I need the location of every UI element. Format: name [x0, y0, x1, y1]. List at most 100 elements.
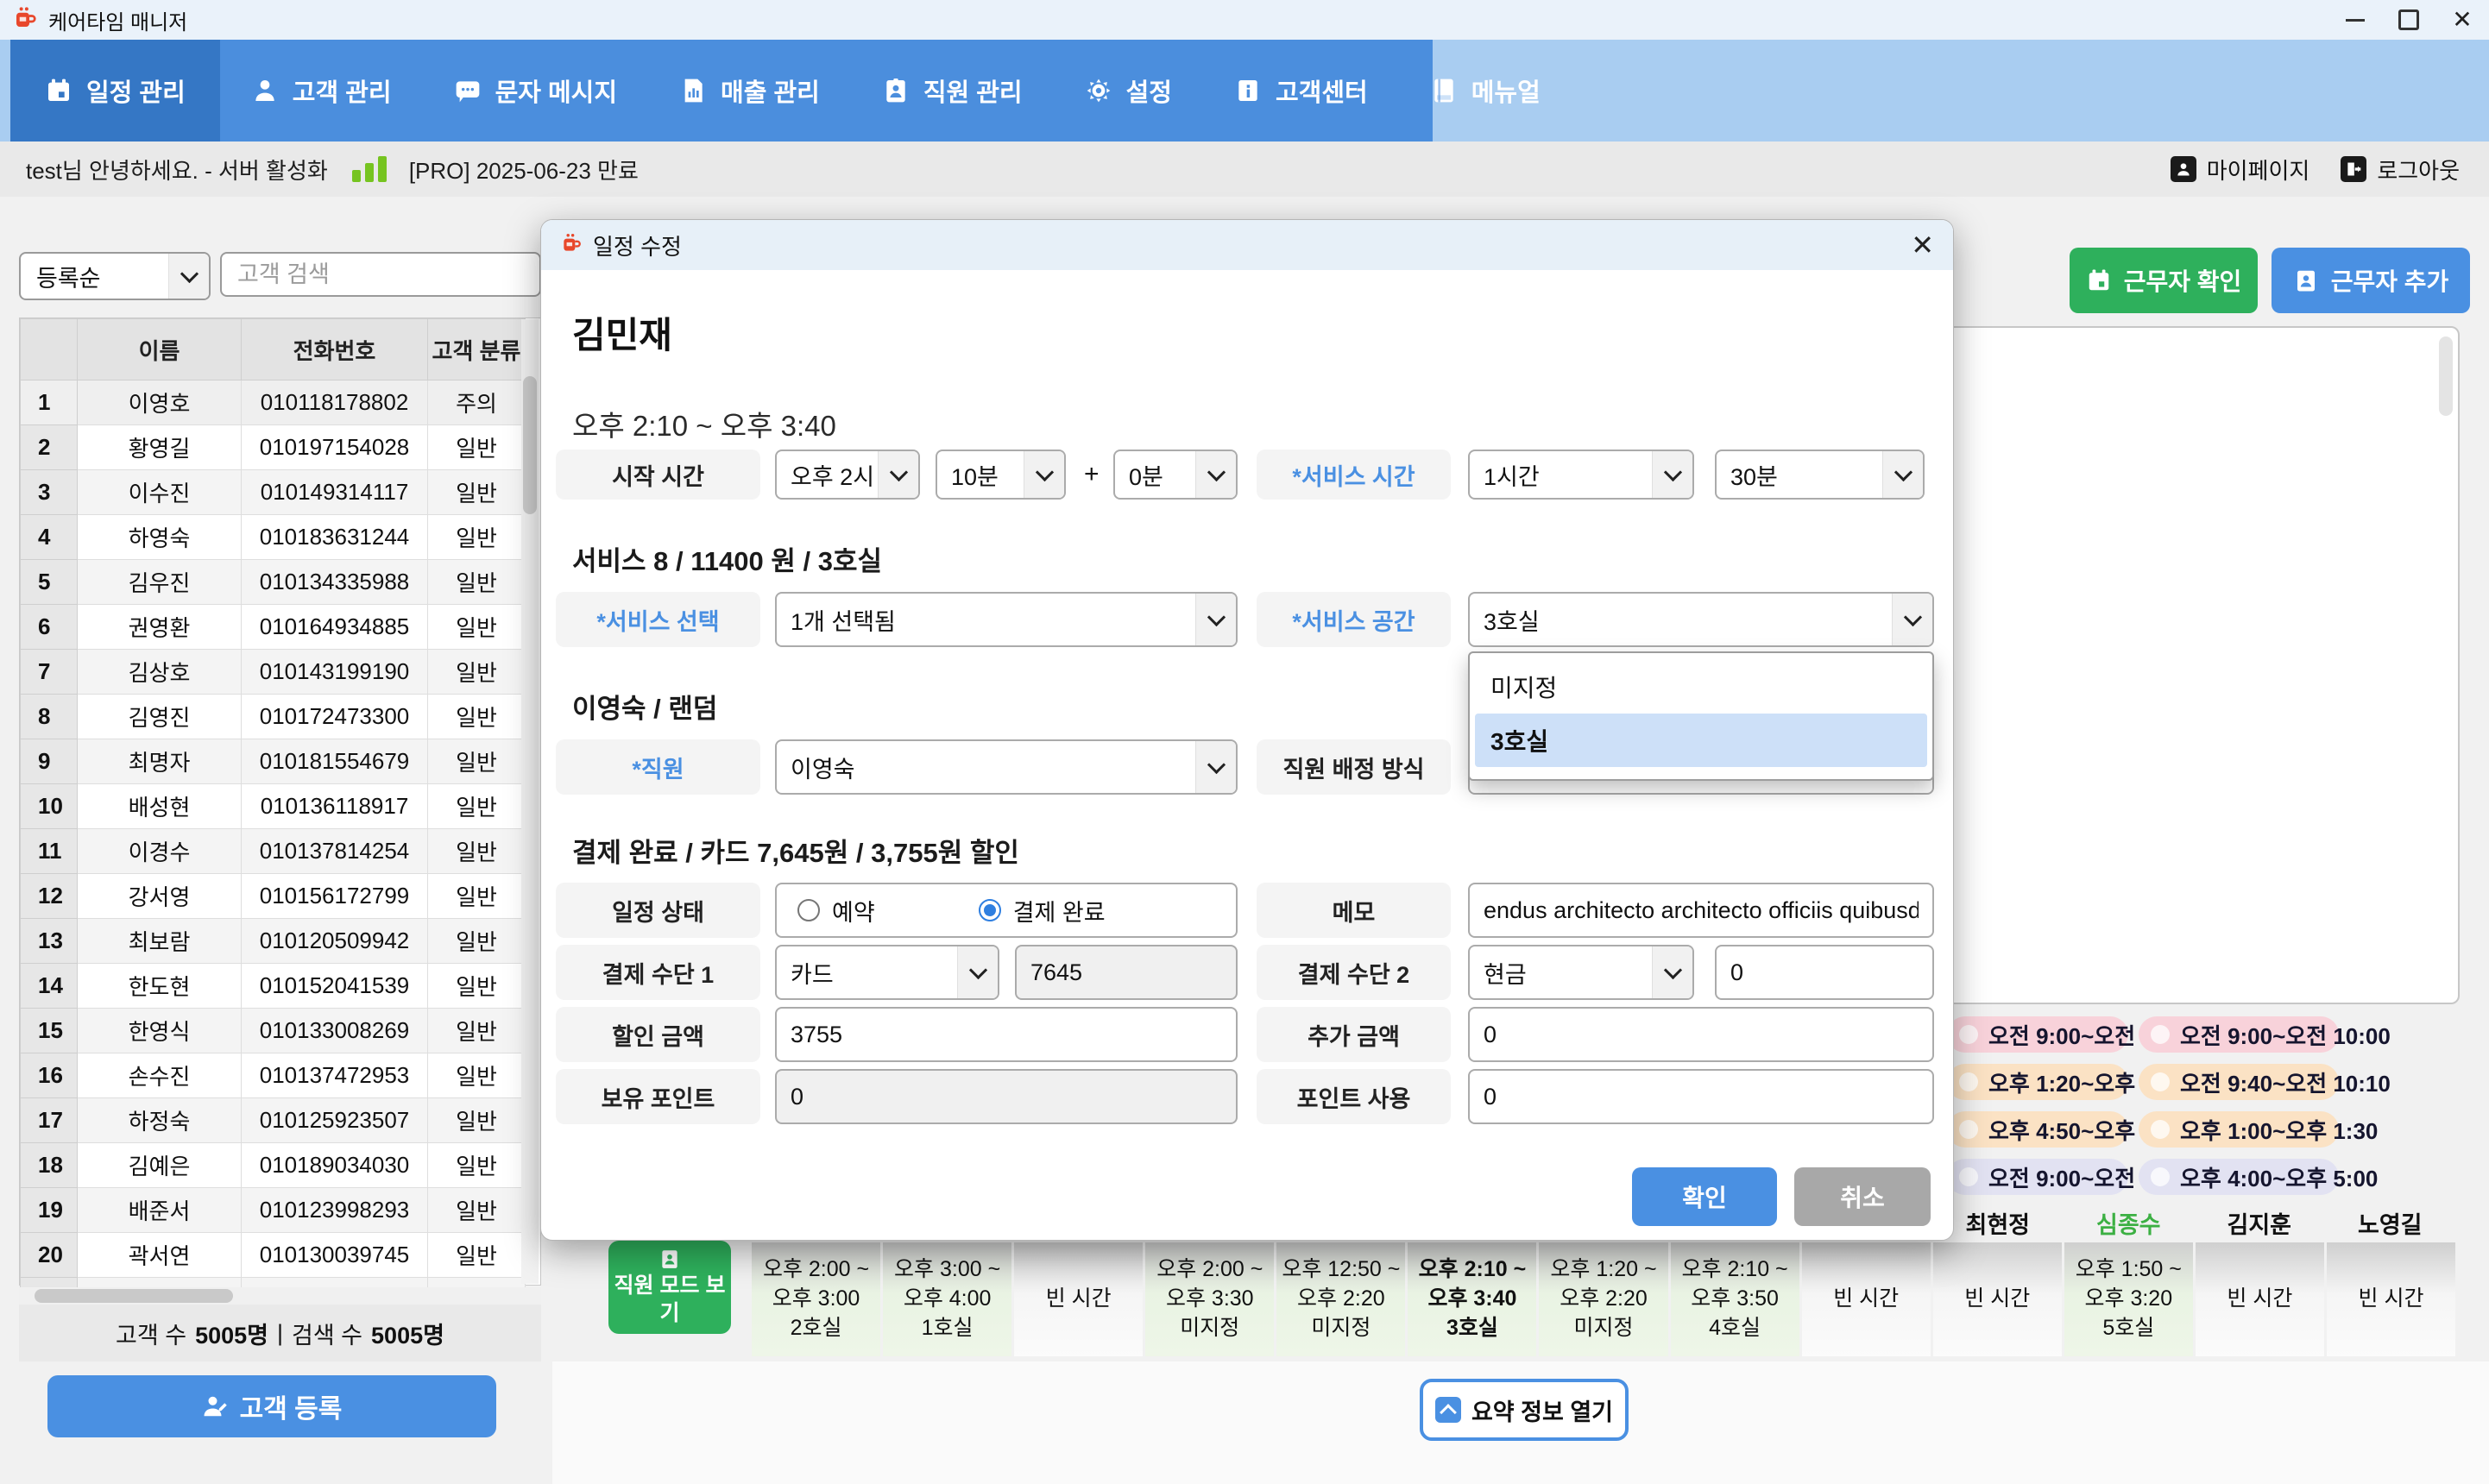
tab-settings[interactable]: 설정	[1054, 40, 1203, 141]
service-hour-select[interactable]: 1시간	[1468, 450, 1694, 500]
customer-row[interactable]: 2황영길010197154028일반	[21, 425, 526, 470]
status-reserved-radio[interactable]: 예약	[797, 894, 875, 928]
tab-customers[interactable]: 고객 관리	[220, 40, 423, 141]
points-input[interactable]	[775, 1069, 1238, 1124]
maximize-button[interactable]	[2382, 0, 2435, 40]
chevron-down-icon	[957, 946, 998, 998]
sort-order-select[interactable]: 등록순	[19, 252, 211, 300]
worker-add-button[interactable]: 근무자 추가	[2272, 248, 2470, 313]
status-row: 일정 상태 예약 결제 완료 메모	[556, 883, 1934, 938]
schedule-cell[interactable]: 오후 12:50 ~ 오후 2:20미지정	[1276, 1242, 1405, 1356]
time-chip[interactable]: 오후 4:50~오후 6:20	[1947, 1111, 2128, 1148]
start-minute-select[interactable]: 10분	[936, 450, 1066, 500]
customer-row[interactable]: 20곽서연010130039745일반	[21, 1233, 526, 1278]
service-minute-select[interactable]: 30분	[1715, 450, 1925, 500]
customer-row[interactable]: 10배성현010136118917일반	[21, 784, 526, 829]
service-time-label: *서비스 시간	[1257, 450, 1451, 500]
mypage-link[interactable]: 마이페이지	[2171, 154, 2310, 186]
customer-row[interactable]: 14한도현010152041539일반	[21, 964, 526, 1009]
chevron-down-icon	[1024, 451, 1064, 498]
tab-staff[interactable]: 직원 관리	[851, 40, 1054, 141]
worker-check-button[interactable]: 근무자 확인	[2070, 248, 2258, 313]
customer-row[interactable]: 3이수진010149314117일반	[21, 470, 526, 515]
customer-row[interactable]: 17하정숙010125923507일반	[21, 1098, 526, 1143]
tab-messages[interactable]: 문자 메시지	[423, 40, 648, 141]
time-chip[interactable]: 오후 4:00~오후 5:00	[2139, 1159, 2339, 1195]
staff-name[interactable]: 김지훈	[2194, 1206, 2325, 1242]
tab-sales[interactable]: 매출 관리	[648, 40, 851, 141]
customer-row[interactable]: 1이영호010118178802주의	[21, 380, 526, 425]
window-title: 케어타임 매니저	[48, 5, 187, 35]
customer-row[interactable]: 8김영진010172473300일반	[21, 695, 526, 739]
pay2-amount-input[interactable]	[1715, 945, 1934, 1000]
pay1-method-select[interactable]: 카드	[775, 945, 999, 1000]
tab-schedule[interactable]: 일정 관리	[10, 40, 220, 141]
customer-row[interactable]: 9최명자010181554679일반	[21, 739, 526, 784]
discount-input[interactable]	[775, 1007, 1238, 1062]
time-chip[interactable]: 오전 9:00~오전 10:00	[1947, 1159, 2128, 1195]
panel-scrollbar[interactable]	[2439, 336, 2453, 416]
extra-minute-select[interactable]: 0분	[1113, 450, 1238, 500]
staff-name[interactable]: 노영길	[2325, 1206, 2456, 1242]
register-customer-button[interactable]: 고객 등록	[47, 1375, 496, 1437]
schedule-cell-current[interactable]: 오후 2:10 ~ 오후 3:403호실	[1408, 1242, 1536, 1356]
customer-row[interactable]: 16손수진010137472953일반	[21, 1053, 526, 1098]
customer-row[interactable]: 7김상호010143199190일반	[21, 650, 526, 695]
customer-row[interactable]: 6권영환010164934885일반	[21, 605, 526, 650]
start-hour-select[interactable]: 오후 2시	[775, 450, 920, 500]
time-chip[interactable]: 오후 1:00~오후 1:30	[2139, 1111, 2339, 1148]
table-header-row: 이름 전화번호 고객 분류	[21, 319, 526, 380]
customer-search-input[interactable]	[220, 252, 541, 297]
time-chip[interactable]: 오전 9:40~오전 10:10	[2139, 1064, 2339, 1100]
pay1-amount-input[interactable]	[1015, 945, 1238, 1000]
time-chip[interactable]: 오후 1:20~오후 2:20	[1947, 1064, 2128, 1100]
customer-row[interactable]: 4하영숙010183631244일반	[21, 515, 526, 560]
customer-row[interactable]: 12강서영010156172799일반	[21, 874, 526, 919]
schedule-cell[interactable]: 오후 2:00 ~ 오후 3:002호실	[752, 1242, 880, 1356]
staff-mode-button[interactable]: 직원 모드 보기	[608, 1241, 731, 1334]
time-chip[interactable]: 오전 9:00~오전 10:00	[1947, 1016, 2128, 1053]
start-time-row: 시작 시간 오후 2시 10분 + 0분 *서비스 시간 1시간 30분	[556, 450, 1934, 500]
schedule-cell[interactable]: 오후 2:00 ~ 오후 3:30미지정	[1145, 1242, 1274, 1356]
table-horizontal-scrollbar[interactable]	[19, 1287, 541, 1305]
schedule-cell[interactable]: 오후 3:00 ~ 오후 4:001호실	[883, 1242, 1011, 1356]
customer-row[interactable]: 5김우진010134335988일반	[21, 560, 526, 605]
tab-manual[interactable]: 메뉴얼	[1399, 40, 1572, 141]
customer-row[interactable]: 15한영식010133008269일반	[21, 1009, 526, 1053]
schedule-cell-empty[interactable]: 빈 시간	[1014, 1242, 1143, 1356]
staff-name[interactable]: 심종수	[2064, 1206, 2195, 1242]
customer-row[interactable]: 11이경수010137814254일반	[21, 829, 526, 874]
schedule-cell[interactable]: 오후 1:20 ~ 오후 2:20미지정	[1539, 1242, 1667, 1356]
schedule-cell-empty[interactable]: 빈 시간	[1933, 1242, 2062, 1356]
customer-row[interactable]: 13최보람010120509942일반	[21, 919, 526, 964]
close-icon[interactable]: ✕	[1911, 231, 1934, 259]
table-vertical-scrollbar[interactable]	[521, 319, 539, 1284]
schedule-cell-empty[interactable]: 빈 시간	[2196, 1242, 2324, 1356]
extra-amount-input[interactable]	[1468, 1007, 1934, 1062]
service-room-select[interactable]: 3호실	[1468, 592, 1934, 647]
dropdown-option-selected[interactable]: 3호실	[1475, 714, 1927, 767]
dropdown-option[interactable]: 미지정	[1475, 660, 1927, 714]
memo-input[interactable]	[1468, 883, 1934, 938]
minimize-button[interactable]	[2328, 0, 2382, 40]
confirm-button[interactable]: 확인	[1632, 1167, 1777, 1226]
service-select[interactable]: 1개 선택됨	[775, 592, 1238, 647]
cancel-button[interactable]: 취소	[1794, 1167, 1931, 1226]
pay2-method-select[interactable]: 현금	[1468, 945, 1694, 1000]
chevron-down-icon	[1195, 594, 1236, 645]
staff-select[interactable]: 이영숙	[775, 739, 1238, 795]
schedule-cell-empty[interactable]: 빈 시간	[2327, 1242, 2455, 1356]
tab-support[interactable]: 고객센터	[1203, 40, 1399, 141]
customer-row[interactable]: 19배준서010123998293일반	[21, 1188, 526, 1233]
close-window-button[interactable]: ✕	[2435, 0, 2489, 40]
schedule-cell-empty[interactable]: 빈 시간	[1802, 1242, 1931, 1356]
status-paid-radio[interactable]: 결제 완료	[979, 894, 1106, 928]
logout-link[interactable]: 로그아웃	[2341, 154, 2460, 186]
time-chip[interactable]: 오전 9:00~오전 10:00	[2139, 1016, 2339, 1053]
use-points-input[interactable]	[1468, 1069, 1934, 1124]
customer-row[interactable]: 18김예은010189034030일반	[21, 1143, 526, 1188]
summary-info-button[interactable]: 요약 정보 열기	[1420, 1379, 1629, 1441]
schedule-cell[interactable]: 오후 2:10 ~ 오후 3:504호실	[1671, 1242, 1799, 1356]
schedule-cell[interactable]: 오후 1:50 ~ 오후 3:205호실	[2064, 1242, 2193, 1356]
chevron-down-icon	[1652, 946, 1692, 998]
